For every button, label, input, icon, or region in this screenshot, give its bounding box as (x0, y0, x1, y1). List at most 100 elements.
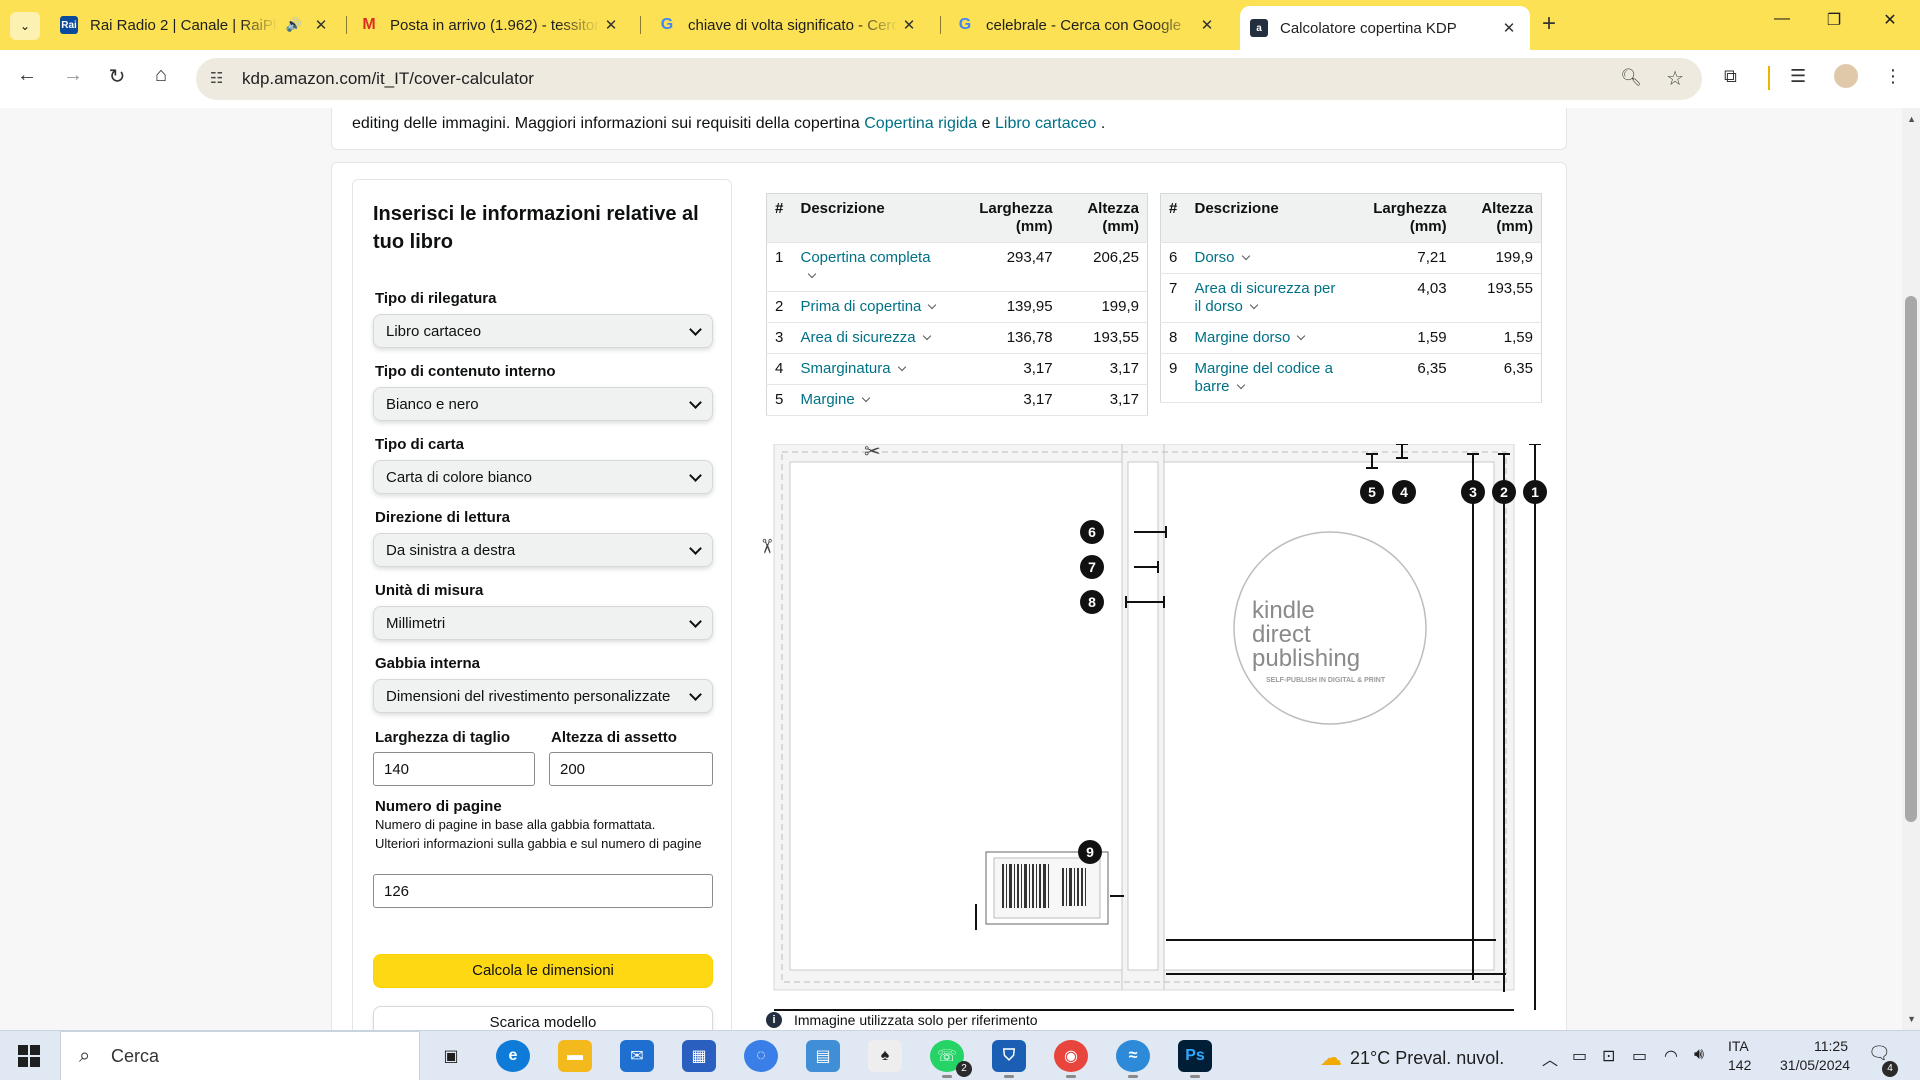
bitwarden-icon[interactable]: ⛉ (992, 1040, 1026, 1078)
taskbar-search[interactable]: ⌕ Cerca (60, 1031, 420, 1080)
row-desc-expandable[interactable]: Copertina completa (792, 242, 953, 292)
pages-info-link[interactable]: Ulteriori informazioni sulla gabbia e su… (375, 835, 705, 852)
store-icon[interactable]: ▦ (682, 1040, 716, 1072)
close-tab-icon[interactable]: ✕ (898, 16, 920, 34)
scrollbar-thumb[interactable] (1905, 296, 1917, 822)
row-desc: Prima di copertina (800, 298, 922, 315)
tab-title: celebrale - Cerca con Google (986, 16, 1182, 34)
control-panel-icon[interactable]: ▤ (806, 1040, 840, 1072)
close-tab-icon[interactable]: ✕ (1196, 16, 1218, 34)
media-queue-icon[interactable]: ☰ (1790, 66, 1806, 87)
intro-and: e (977, 115, 995, 132)
close-tab-icon[interactable]: ✕ (310, 16, 332, 34)
address-bar[interactable]: ☷ kdp.amazon.com/it_IT/cover-calculator … (196, 58, 1702, 100)
extensions-puzzle-icon[interactable]: ⧉ (1724, 66, 1737, 87)
page-scrollbar[interactable]: ▲ ▼ (1902, 108, 1920, 1030)
row-desc-expandable[interactable]: Area di sicurezza (792, 322, 953, 354)
task-view-icon[interactable]: ▣ (434, 1040, 468, 1072)
table-header-row: # Descrizione Larghezza (mm) Altezza (mm… (1160, 193, 1542, 243)
file-explorer-icon[interactable]: ▬ (558, 1040, 592, 1072)
close-tab-icon[interactable]: ✕ (1498, 19, 1520, 37)
new-tab-plus-icon[interactable]: + (1542, 10, 1556, 38)
meet-now-icon[interactable]: ▭ (1572, 1046, 1587, 1066)
edge-icon[interactable]: e (496, 1040, 530, 1072)
row-num: 7 (1160, 273, 1187, 323)
callout-4-label: 4 (1400, 484, 1408, 500)
chevron-down-icon (1249, 300, 1259, 310)
download-template-button[interactable]: Scarica modello (373, 1006, 713, 1030)
chrome-icon[interactable]: ◉ (1054, 1040, 1088, 1078)
profile-avatar[interactable] (1834, 64, 1858, 88)
more-menu-icon[interactable]: ⋮ (1884, 66, 1902, 87)
close-tab-icon[interactable]: ✕ (600, 16, 622, 34)
restore-icon[interactable]: ❐ (1814, 10, 1854, 30)
callout-7-label: 7 (1088, 559, 1096, 575)
speaker-icon[interactable]: 🔊 (286, 17, 302, 33)
wifi-icon[interactable]: ◠ (1664, 1046, 1678, 1066)
intro-end: . (1096, 115, 1106, 132)
back-arrow-icon[interactable]: ← (12, 64, 42, 87)
home-icon[interactable]: ⌂ (146, 64, 176, 87)
language-indicator[interactable]: ITA 142 (1728, 1037, 1751, 1075)
windows-start-icon[interactable] (18, 1045, 40, 1067)
bookmark-star-icon[interactable]: ☆ (1666, 66, 1684, 91)
row-desc-expandable[interactable]: Dorso (1186, 242, 1347, 274)
screen-capture-icon[interactable]: ⊡ (1602, 1046, 1615, 1066)
row-desc-expandable[interactable]: Prima di copertina (792, 291, 953, 323)
calculate-button[interactable]: Calcola le dimensioni (373, 954, 713, 988)
reload-icon[interactable]: ↻ (102, 64, 132, 89)
unit-select[interactable]: Millimetri (373, 606, 713, 640)
col-desc: Descrizione (1186, 193, 1347, 243)
tab-gmail[interactable]: M Posta in arrivo (1.962) - tessitore ✕ (350, 8, 632, 42)
close-window-icon[interactable]: ✕ (1870, 10, 1910, 30)
trim-width-input[interactable]: 140 (373, 752, 535, 786)
weather-text: 21°C Preval. nuvol. (1350, 1047, 1505, 1068)
hardcover-link[interactable]: Copertina rigida (864, 115, 977, 132)
row-desc-expandable[interactable]: Margine dorso (1186, 322, 1347, 354)
battery-icon[interactable]: ▭ (1632, 1046, 1647, 1066)
page-count-input[interactable]: 126 (373, 874, 713, 908)
gmail-favicon-icon: M (362, 16, 376, 33)
scroll-up-icon[interactable]: ▲ (1907, 114, 1916, 124)
zoom-magnifier-icon[interactable]: 🔍︎ (1620, 68, 1642, 88)
paperback-link[interactable]: Libro cartaceo (995, 115, 1096, 132)
spine-panel (1127, 461, 1159, 971)
dimensions-table-right: # Descrizione Larghezza (mm) Altezza (mm… (1160, 193, 1542, 403)
tab-google-celebrale[interactable]: G celebrale - Cerca con Google ✕ (946, 8, 1228, 42)
solitaire-icon[interactable]: ♠ (868, 1040, 902, 1072)
paper-select[interactable]: Carta di colore bianco (373, 460, 713, 494)
trim-select[interactable]: Dimensioni del rivestimento personalizza… (373, 679, 713, 713)
tray-chevron-up-icon[interactable]: ︿ (1542, 1046, 1558, 1070)
trim-height-input[interactable]: 200 (549, 752, 713, 786)
tab-google-chiave[interactable]: G chiave di volta significato - Cerca ✕ (648, 8, 930, 42)
weather-widget[interactable]: ☁ 21°C Preval. nuvol. (1320, 1045, 1504, 1071)
row-desc-expandable[interactable]: Margine del codice a barre (1186, 353, 1347, 403)
connect-app-icon[interactable]: ≈ (1116, 1040, 1150, 1078)
chevron-down-icon (689, 542, 702, 555)
photoshop-icon[interactable]: Ps (1178, 1040, 1212, 1078)
tab-rai-radio[interactable]: Rai Rai Radio 2 | Canale | RaiPlay 🔊 ✕ (50, 8, 342, 42)
tab-search-chevron-icon[interactable]: ⌄ (10, 12, 40, 40)
url-text[interactable]: kdp.amazon.com/it_IT/cover-calculator (242, 69, 534, 89)
volume-icon[interactable]: 🔊︎ (1694, 1046, 1704, 1064)
scroll-down-icon[interactable]: ▼ (1907, 1014, 1916, 1024)
taskbar-clock[interactable]: 11:25 31/05/2024 (1780, 1037, 1850, 1075)
direction-select[interactable]: Da sinistra a destra (373, 533, 713, 567)
minimize-icon[interactable]: — (1762, 10, 1802, 28)
chat-icon[interactable]: ◌ (744, 1040, 778, 1072)
info-icon: i (766, 1012, 782, 1028)
row-desc-expandable[interactable]: Area di sicurezza per il dorso (1186, 273, 1347, 323)
row-desc-expandable[interactable]: Margine (792, 384, 953, 416)
binding-select[interactable]: Libro cartaceo (373, 314, 713, 348)
row-desc-expandable[interactable]: Smarginatura (792, 353, 953, 385)
pages-help: Numero di pagine in base alla gabbia for… (375, 817, 656, 832)
forward-arrow-icon[interactable]: → (58, 64, 88, 87)
mail-icon[interactable]: ✉ (620, 1040, 654, 1072)
row-num: 6 (1160, 242, 1187, 274)
site-info-icon[interactable]: ☷ (210, 69, 223, 87)
table-row: 3 Area di sicurezza 136,78 193,55 (766, 322, 1148, 354)
tab-kdp-calculator[interactable]: a Calcolatore copertina KDP ✕ (1240, 6, 1530, 50)
interior-select[interactable]: Bianco e nero (373, 387, 713, 421)
row-desc: Margine del codice a barre (1194, 360, 1333, 395)
intro-text: editing delle immagini. Maggiori informa… (352, 115, 1105, 133)
